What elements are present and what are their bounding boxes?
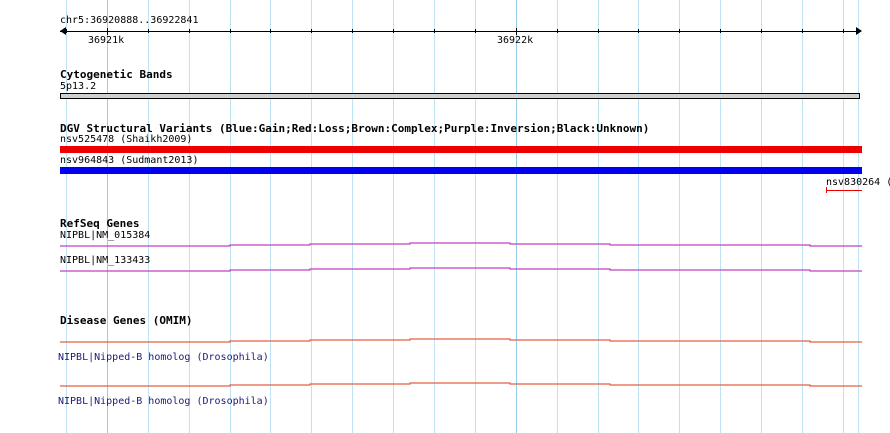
disease-gene-model[interactable]: [0, 0, 890, 433]
genome-browser-view: chr5:36920888..36922841 36921k 36922k Cy…: [0, 0, 890, 433]
disease-gene-label: NIPBL|Nipped-B homolog (Drosophila): [58, 396, 269, 407]
